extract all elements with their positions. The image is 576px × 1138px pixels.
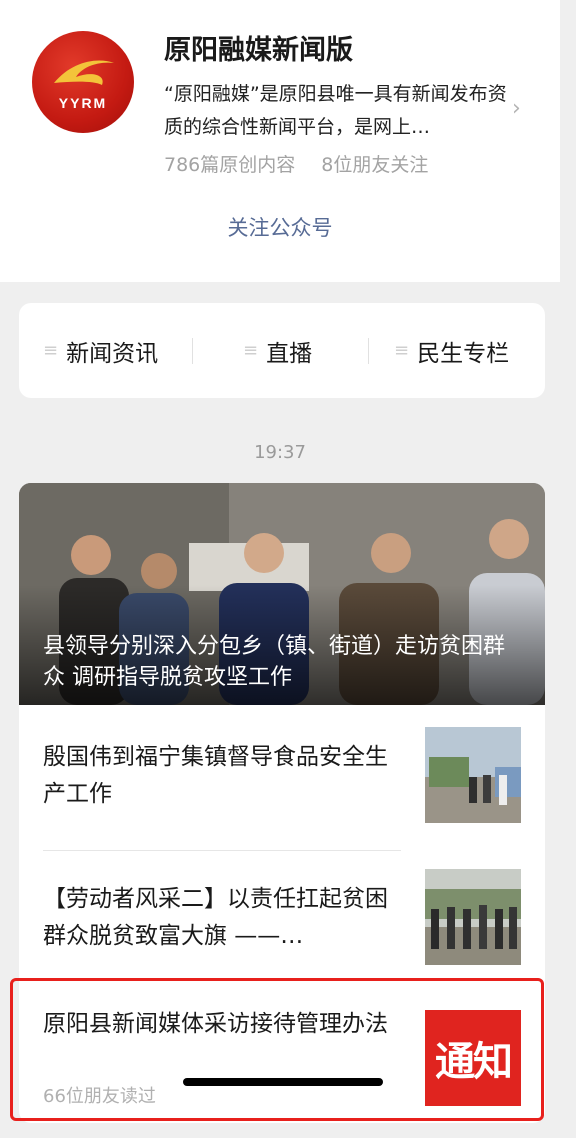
menu-item-live[interactable]: ≡ 直播: [243, 303, 312, 398]
menu-item-label: 民生专栏: [417, 340, 510, 367]
article-title: 殷国伟到福宁集镇督导食品安全生产工作: [43, 744, 388, 807]
list-item[interactable]: 殷国伟到福宁集镇督导食品安全生产工作: [19, 705, 545, 850]
highlight-box: [10, 978, 544, 1121]
thumbnail-photo: [425, 869, 521, 965]
chevron-right-icon[interactable]: ›: [512, 96, 521, 121]
account-description[interactable]: “原阳融媒”是原阳县唯一具有新闻发布资质的综合性新闻平台，是网上…: [164, 78, 514, 144]
list-item[interactable]: 【劳动者风采二】以责任扛起贫困群众脱贫致富大旗 ——…: [19, 851, 545, 979]
list-icon: ≡: [394, 340, 410, 361]
menu-divider: [192, 338, 193, 364]
home-indicator[interactable]: [183, 1078, 383, 1086]
list-icon: ≡: [43, 340, 59, 361]
swoosh-icon: [54, 60, 114, 85]
account-profile-card: YYRM 原阳融媒新闻版 “原阳融媒”是原阳县唯一具有新闻发布资质的综合性新闻平…: [0, 0, 560, 282]
follow-account-button[interactable]: 关注公众号: [0, 212, 560, 242]
original-count: 786篇原创内容: [164, 154, 296, 176]
menu-item-livelihood[interactable]: ≡ 民生专栏: [394, 303, 509, 398]
menu-item-news[interactable]: ≡ 新闻资讯: [43, 303, 158, 398]
logo-text: YYRM: [58, 95, 108, 111]
menu-item-label: 直播: [266, 340, 313, 367]
list-icon: ≡: [243, 340, 259, 361]
account-logo[interactable]: YYRM: [32, 31, 134, 133]
article-thumbnail: [425, 869, 521, 965]
account-stats: 786篇原创内容 8位朋友关注: [164, 150, 428, 177]
article-thumbnail: [425, 727, 521, 823]
menu-item-label: 新闻资讯: [66, 340, 159, 367]
message-timestamp: 19:37: [254, 442, 306, 463]
hero-article[interactable]: 县领导分别深入分包乡（镇、街道）走访贫困群众 调研指导脱贫攻坚工作: [19, 483, 545, 705]
hero-title: 县领导分别深入分包乡（镇、街道）走访贫困群众 调研指导脱贫攻坚工作: [43, 634, 506, 690]
friends-follow: 8位朋友关注: [321, 154, 429, 176]
account-menu-bar: ≡ 新闻资讯 ≡ 直播 ≡ 民生专栏: [19, 303, 545, 398]
account-name[interactable]: 原阳融媒新闻版: [164, 28, 353, 67]
thumbnail-photo: [425, 727, 521, 823]
article-title: 【劳动者风采二】以责任扛起贫困群众脱贫致富大旗 ——…: [43, 886, 388, 949]
menu-divider: [368, 338, 369, 364]
